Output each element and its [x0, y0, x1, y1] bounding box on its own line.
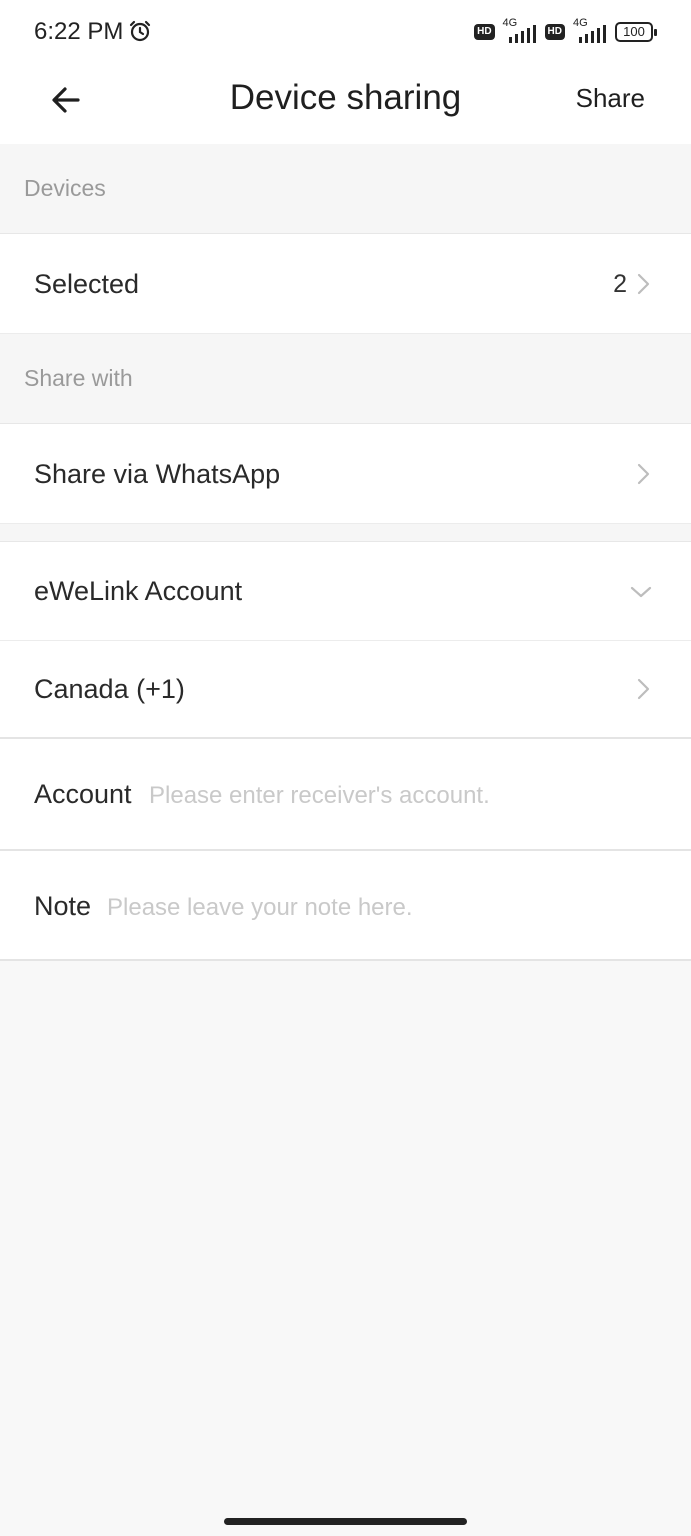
- home-indicator: [224, 1518, 467, 1525]
- section-header-share-with: Share with: [0, 334, 691, 424]
- status-time: 6:22 PM: [34, 18, 124, 45]
- section-label-share-with: Share with: [24, 365, 133, 391]
- country-code-selector[interactable]: Canada (+1): [0, 641, 691, 739]
- note-label: Note: [34, 891, 92, 921]
- selected-count: 2: [613, 270, 627, 298]
- status-bar: 6:22 PM HD 4G HD 4G 100: [0, 0, 691, 62]
- status-indicators: HD 4G HD 4G 100: [474, 17, 657, 46]
- chevron-right-icon: [637, 273, 650, 295]
- selected-devices-row[interactable]: Selected 2: [0, 234, 691, 334]
- note-field-row: Note Please leave your note here.: [0, 851, 691, 961]
- share-method-selector[interactable]: eWeLink Account: [0, 542, 691, 641]
- signal-icon-2: 4G: [571, 17, 609, 45]
- hd-badge: HD: [474, 24, 495, 40]
- signal-icon: 4G: [501, 17, 539, 45]
- chevron-right-icon: [637, 463, 650, 485]
- alarm-icon: [129, 20, 151, 42]
- chevron-right-icon: [637, 678, 650, 700]
- selected-label: Selected: [34, 269, 140, 299]
- note-input[interactable]: Please leave your note here.: [107, 894, 413, 922]
- section-header-devices: Devices: [0, 144, 691, 234]
- account-input[interactable]: Please enter receiver's account.: [149, 782, 490, 810]
- section-divider: [0, 524, 691, 542]
- nav-bar: Device sharing Share: [0, 62, 691, 144]
- share-button[interactable]: Share: [576, 83, 645, 114]
- chevron-down-icon: [630, 586, 652, 598]
- account-field-row: Account Please enter receiver's account.: [0, 739, 691, 851]
- country-code-label: Canada (+1): [34, 674, 185, 704]
- section-label-devices: Devices: [24, 175, 106, 201]
- account-label: Account: [34, 779, 132, 809]
- battery-icon: 100: [615, 22, 657, 42]
- share-via-whatsapp-row[interactable]: Share via WhatsApp: [0, 424, 691, 524]
- whatsapp-label: Share via WhatsApp: [34, 459, 281, 489]
- hd-badge-2: HD: [544, 24, 565, 40]
- share-method-label: eWeLink Account: [34, 576, 243, 606]
